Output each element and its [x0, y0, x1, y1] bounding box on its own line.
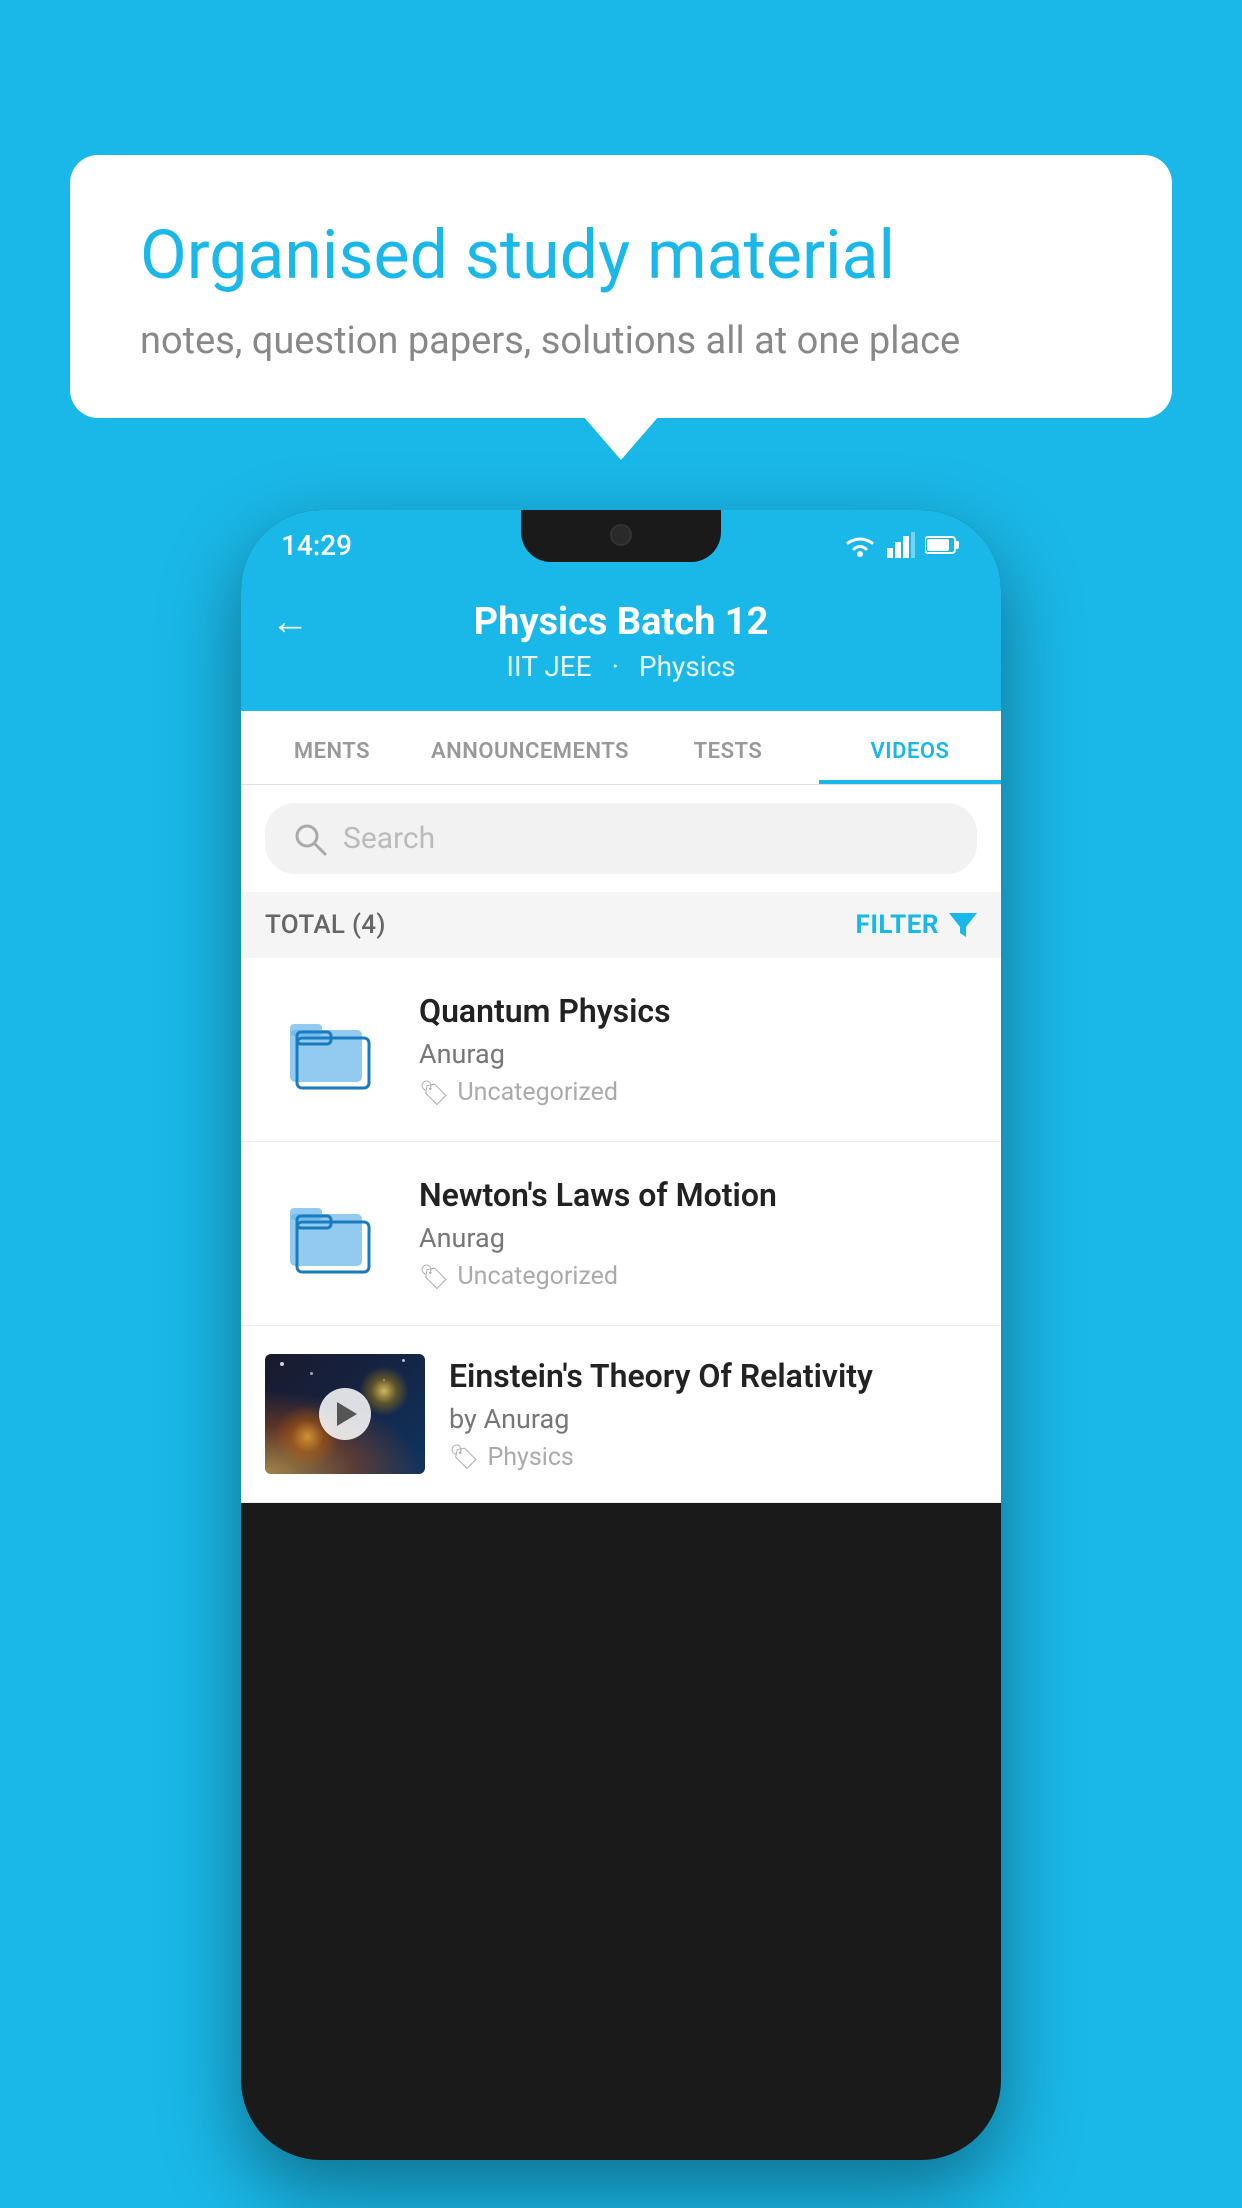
- video-tag-row-3: 🏷 Physics: [449, 1443, 977, 1472]
- video-title-3: Einstein's Theory Of Relativity: [449, 1357, 977, 1395]
- phone-notch: [521, 510, 721, 562]
- speech-bubble: Organised study material notes, question…: [70, 155, 1172, 418]
- folder-icon: [285, 1010, 375, 1090]
- filter-button[interactable]: FILTER: [856, 910, 977, 940]
- tag-icon-3: 🏷: [449, 1443, 479, 1471]
- search-bar[interactable]: Search: [265, 803, 977, 874]
- video-tag: Uncategorized: [457, 1078, 618, 1107]
- video-tag-2: Uncategorized: [457, 1262, 618, 1291]
- play-button[interactable]: [319, 1388, 371, 1440]
- search-icon: [293, 822, 327, 856]
- tag-icon-2: 🏷: [419, 1263, 449, 1291]
- play-triangle: [337, 1402, 357, 1426]
- video-info-2: Newton's Laws of Motion Anurag 🏷 Uncateg…: [419, 1176, 977, 1291]
- header-row: ← Physics Batch 12: [271, 600, 971, 644]
- folder-icon-2: [285, 1194, 375, 1274]
- tag-icon: 🏷: [419, 1079, 449, 1107]
- video-author-3: by Anurag: [449, 1403, 977, 1435]
- video-title-2: Newton's Laws of Motion: [419, 1176, 977, 1214]
- list-item[interactable]: Newton's Laws of Motion Anurag 🏷 Uncateg…: [241, 1142, 1001, 1326]
- list-item[interactable]: Quantum Physics Anurag 🏷 Uncategorized: [241, 958, 1001, 1142]
- filter-row: TOTAL (4) FILTER: [241, 892, 1001, 958]
- tab-ments-label: MENTS: [294, 739, 370, 764]
- header-tag-iitjee: IIT JEE: [506, 650, 591, 683]
- video-tag-3: Physics: [487, 1443, 573, 1472]
- total-count: TOTAL (4): [265, 910, 386, 940]
- video-tag-row-2: 🏷 Uncategorized: [419, 1262, 977, 1291]
- video-list: Quantum Physics Anurag 🏷 Uncategorized: [241, 958, 1001, 1503]
- header-title: Physics Batch 12: [474, 600, 769, 644]
- video-title: Quantum Physics: [419, 992, 977, 1030]
- tabs-container: MENTS ANNOUNCEMENTS TESTS VIDEOS: [241, 711, 1001, 785]
- phone-camera: [610, 524, 632, 546]
- video-author-2: Anurag: [419, 1222, 977, 1254]
- filter-label: FILTER: [856, 910, 939, 940]
- status-icons: [843, 532, 961, 558]
- speech-bubble-container: Organised study material notes, question…: [70, 155, 1172, 418]
- search-bar-container: Search: [241, 785, 1001, 892]
- einstein-thumbnail: [265, 1354, 425, 1474]
- search-input-placeholder: Search: [343, 821, 435, 856]
- folder-icon-container-2: [265, 1194, 395, 1274]
- wifi-icon: [843, 532, 877, 558]
- bubble-title: Organised study material: [140, 215, 1102, 297]
- header-tags: IIT JEE · Physics: [506, 650, 735, 683]
- battery-icon: [925, 535, 961, 555]
- folder-icon-container: [265, 1010, 395, 1090]
- app-header: ← Physics Batch 12 IIT JEE · Physics: [241, 580, 1001, 711]
- phone-frame: 14:29 ←: [241, 510, 1001, 2160]
- header-tag-physics: Physics: [639, 650, 736, 683]
- filter-icon: [949, 911, 977, 939]
- video-tag-row: 🏷 Uncategorized: [419, 1078, 977, 1107]
- tab-videos-label: VIDEOS: [871, 739, 950, 764]
- tab-tests-label: TESTS: [694, 739, 763, 764]
- back-arrow-button[interactable]: ←: [271, 600, 309, 644]
- bubble-subtitle: notes, question papers, solutions all at…: [140, 319, 1102, 363]
- signal-icon: [887, 532, 915, 558]
- video-info-3: Einstein's Theory Of Relativity by Anura…: [449, 1357, 977, 1472]
- tab-ments[interactable]: MENTS: [241, 711, 423, 784]
- list-item[interactable]: Einstein's Theory Of Relativity by Anura…: [241, 1326, 1001, 1503]
- header-tag-sep: ·: [612, 650, 619, 683]
- tab-announcements[interactable]: ANNOUNCEMENTS: [423, 711, 637, 784]
- video-info: Quantum Physics Anurag 🏷 Uncategorized: [419, 992, 977, 1107]
- video-author: Anurag: [419, 1038, 977, 1070]
- tab-tests[interactable]: TESTS: [637, 711, 819, 784]
- tab-videos[interactable]: VIDEOS: [819, 711, 1001, 784]
- tab-announcements-label: ANNOUNCEMENTS: [431, 739, 629, 764]
- status-time: 14:29: [281, 529, 352, 562]
